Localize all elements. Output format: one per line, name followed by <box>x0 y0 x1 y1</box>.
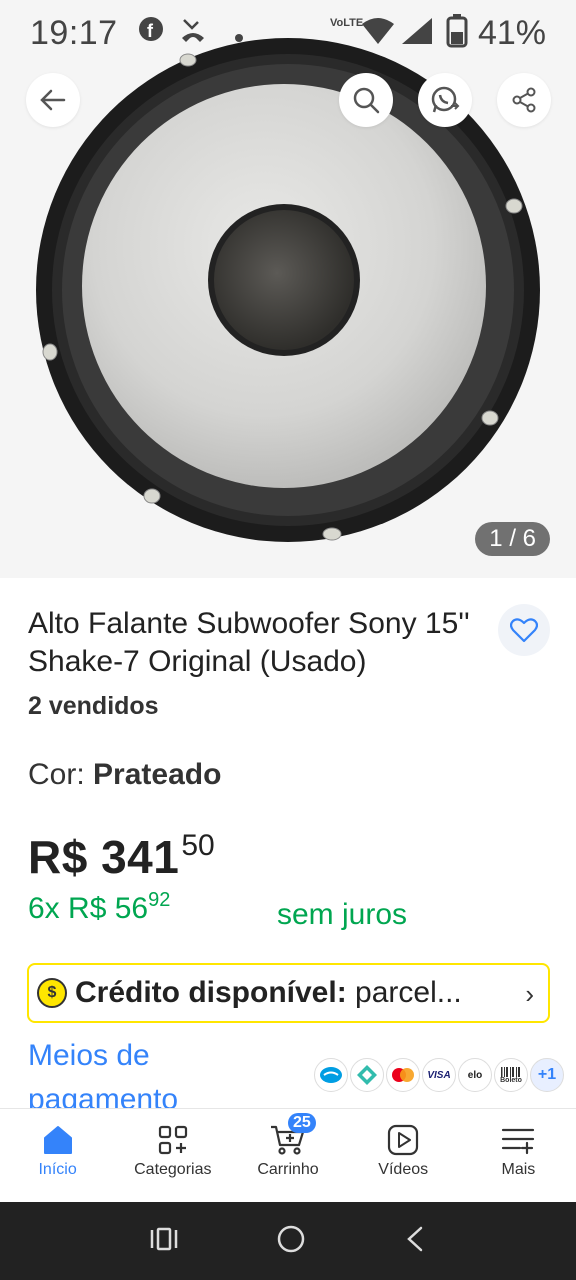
signal-icon <box>400 16 434 51</box>
back-button[interactable] <box>26 73 80 127</box>
price-cents: 50 <box>181 829 215 862</box>
color-label: Cor: <box>28 758 85 791</box>
bottom-nav: Início Categorias 25 Carrinho Vídeos Mai… <box>0 1108 576 1202</box>
credit-text: Crédito disponível: parcel... <box>75 976 462 1010</box>
installment-value: R$ 56 <box>68 892 149 925</box>
credit-banner[interactable]: $ Crédito disponível: parcel... › <box>27 963 550 1023</box>
image-counter: 1 / 6 <box>475 522 550 556</box>
visa-icon: VISA <box>422 1058 456 1092</box>
missed-call-icon <box>178 16 208 51</box>
nav-label-cart: Carrinho <box>257 1161 319 1178</box>
whatsapp-icon <box>431 86 460 113</box>
whatsapp-share-button[interactable] <box>418 73 472 127</box>
status-bar: 19:17 f VoLTE 41% <box>0 0 576 70</box>
credit-detail: parcel... <box>355 976 462 1009</box>
installments: 6x R$ 5692 <box>28 889 171 926</box>
video-icon <box>388 1124 419 1156</box>
nav-label-categories: Categorias <box>134 1161 212 1178</box>
back-chevron-icon <box>407 1226 423 1251</box>
home-circle-icon <box>277 1225 305 1252</box>
battery-percent: 41% <box>477 14 546 52</box>
mastercard-icon <box>386 1058 420 1092</box>
menu-icon <box>502 1128 535 1155</box>
credit-label: Crédito disponível: <box>75 976 347 1009</box>
nav-label-more: Mais <box>501 1161 536 1178</box>
battery-icon <box>446 14 468 53</box>
share-button[interactable] <box>497 73 551 127</box>
heart-icon <box>510 618 538 643</box>
product-gallery[interactable]: 19:17 f VoLTE 41% 1 / 6 <box>0 0 576 578</box>
sold-count: 2 vendidos <box>28 692 159 720</box>
chevron-right-icon: › <box>525 979 534 1009</box>
payment-icons[interactable]: VISA elo Boleto +1 <box>314 1058 564 1092</box>
nav-item-home[interactable]: Início <box>0 1109 115 1202</box>
wifi-icon <box>360 16 396 51</box>
categories-icon <box>158 1125 187 1155</box>
elo-icon: elo <box>458 1058 492 1092</box>
payment-methods-link[interactable]: Meios de pagamento <box>28 1034 308 1108</box>
product-image[interactable] <box>0 0 576 578</box>
price-main: R$ 341 <box>28 831 180 883</box>
search-icon <box>353 87 380 114</box>
no-interest-label: sem juros <box>277 898 408 931</box>
nav-label-videos: Vídeos <box>378 1161 429 1178</box>
share-icon <box>512 87 536 113</box>
nav-item-cart[interactable]: 25 Carrinho <box>230 1109 345 1202</box>
volte-icon: VoLTE <box>330 17 364 29</box>
home-icon <box>43 1126 72 1154</box>
cart-badge: 25 <box>288 1113 316 1133</box>
color-value: Prateado <box>93 758 222 791</box>
facebook-icon: f <box>138 16 164 47</box>
notification-dot-icon <box>234 30 244 48</box>
arrow-left-icon <box>40 89 66 111</box>
nav-label-home: Início <box>38 1161 77 1178</box>
recent-apps-icon <box>150 1227 177 1250</box>
installments-count: 6x <box>28 892 60 925</box>
status-time: 19:17 <box>30 14 118 52</box>
home-button[interactable] <box>276 1224 306 1259</box>
svg-text:f: f <box>147 21 154 41</box>
nav-item-more[interactable]: Mais <box>461 1109 576 1202</box>
boleto-icon: Boleto <box>494 1058 528 1092</box>
price: R$ 34150 <box>28 829 215 884</box>
boleto-label: Boleto <box>500 1076 522 1084</box>
dollar-coin-icon: $ <box>37 978 67 1008</box>
product-title: Alto Falante Subwoofer Sony 15'' Shake-7… <box>28 607 470 678</box>
installment-cents: 92 <box>148 889 171 911</box>
favorite-button[interactable] <box>498 604 550 656</box>
system-back-button[interactable] <box>403 1225 427 1258</box>
mercado-pago-icon <box>314 1058 348 1092</box>
search-button[interactable] <box>339 73 393 127</box>
android-nav-bar <box>0 1202 576 1280</box>
pix-icon <box>350 1058 384 1092</box>
recent-apps-button[interactable] <box>149 1226 179 1257</box>
nav-item-videos[interactable]: Vídeos <box>346 1109 461 1202</box>
nav-item-categories[interactable]: Categorias <box>115 1109 230 1202</box>
more-payment-methods: +1 <box>530 1058 564 1092</box>
color-variant[interactable]: Cor: Prateado <box>28 758 221 792</box>
